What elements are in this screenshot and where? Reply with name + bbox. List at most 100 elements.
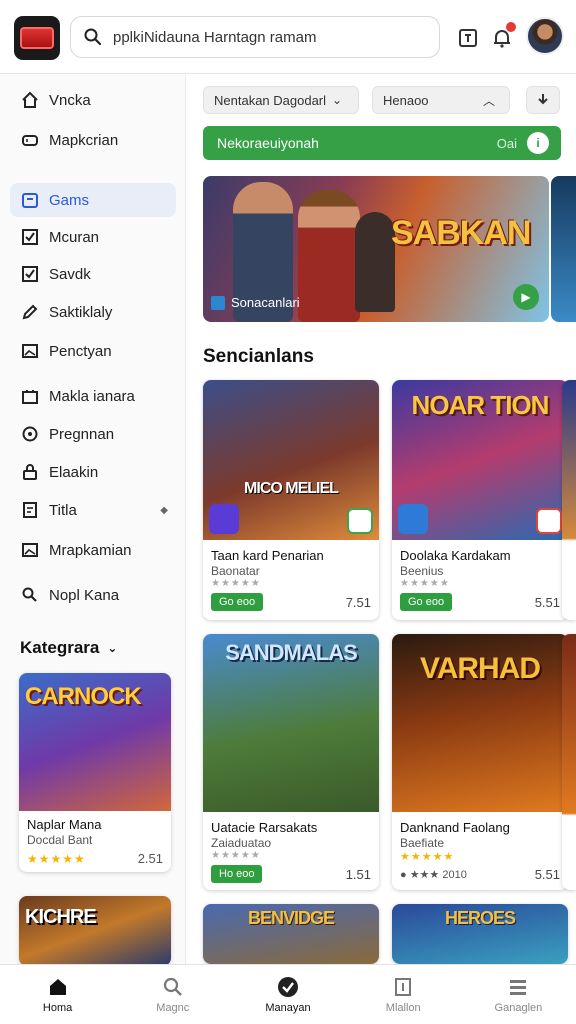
sidebar-item-saktiklaly[interactable]: Saktiklaly	[10, 295, 176, 329]
top-bar: pplkiNidauna Harntagn ramam	[0, 0, 576, 74]
game-thumbnail: CARNOCK	[19, 673, 171, 811]
game-card-next[interactable]	[562, 634, 576, 890]
game-thumbnail-title: SANDMALAS	[225, 640, 358, 665]
nav-manage[interactable]: Manayan	[230, 965, 345, 1024]
notification-dot	[506, 22, 516, 32]
game-title: Doolaka Kardakam	[400, 548, 511, 563]
nav-categories[interactable]: Ganaglen	[461, 965, 576, 1024]
game-title: Uatacie Rarsakats	[211, 820, 318, 835]
rating-value: 5.51	[534, 867, 560, 882]
game-card[interactable]: HEROES	[392, 904, 568, 964]
star-rating: ★★★★★	[400, 851, 455, 863]
bag-icon	[20, 386, 40, 406]
sidebar-item-label: Nopl Kana	[49, 586, 120, 604]
sidebar-item-pregnnan[interactable]: Pregnnan	[10, 417, 176, 451]
sidebar-game-card[interactable]: CARNOCK Naplar Mana Docdal Bant ★★★★★ 2.…	[19, 673, 171, 872]
price-badge[interactable]: Go eoo	[400, 593, 453, 611]
featured-banner-next[interactable]	[551, 176, 576, 322]
app-badge-icon	[398, 504, 428, 534]
search-icon	[20, 585, 40, 605]
game-card[interactable]: MICO MELIEL Taan kard Penarian Baonatar …	[203, 380, 379, 620]
price-badge[interactable]: Go eoo	[211, 593, 264, 611]
doc-icon	[20, 500, 40, 520]
sidebar-item-label: Mapkcrian	[49, 131, 119, 149]
sidebar-item-mrapkamian[interactable]: Mrapkamian	[10, 533, 176, 567]
game-card[interactable]: SANDMALAS Uatacie Rarsakats Zaiaduatao ★…	[203, 634, 379, 890]
nav-library[interactable]: Mlallon	[346, 965, 461, 1024]
sidebar-item-elaakin[interactable]: Elaakin	[10, 455, 176, 489]
gamepad-icon	[20, 130, 40, 150]
chevron-down-icon: ⌄	[332, 93, 343, 107]
game-title: Danknand Faolang	[400, 820, 510, 835]
game-card[interactable]: NOAR TION Doolaka Kardakam Beenius ★★★★★…	[392, 380, 568, 620]
featured-caption: Sonacanlari	[231, 295, 300, 310]
game-thumbnail: SANDMALAS	[203, 634, 379, 812]
category-title[interactable]: Kategrara ⌄	[20, 638, 117, 658]
sidebar-item-label: Vncka	[49, 91, 91, 109]
info-icon: i	[527, 132, 549, 154]
play-icon[interactable]: ▶	[513, 284, 539, 310]
nav-label: Magnc	[156, 1002, 190, 1014]
sidebar-item-vncka[interactable]: Vncka	[10, 83, 176, 117]
game-thumbnail-title: MICO MELIEL	[244, 480, 339, 497]
star-rating: ★★★★★	[211, 850, 261, 861]
game-subtitle: Docdal Bant	[27, 833, 93, 847]
sidebar-item-label: Mcuran	[49, 228, 100, 246]
filter-dropdown[interactable]: Henaoo ︿	[372, 86, 510, 114]
sort-label: Nentakan Dagodarl	[214, 92, 327, 108]
sidebar-item-label: Makla ianara	[49, 387, 135, 405]
featured-banner[interactable]: SABKAN Sonacanlari ▶	[203, 176, 549, 322]
promo-banner[interactable]: Nekoraeuiyonah Oai i	[203, 126, 561, 160]
app-logo[interactable]	[14, 16, 60, 60]
filter-label: Henaoo	[383, 92, 429, 108]
game-title: Taan kard Penarian	[211, 548, 324, 563]
image-icon	[20, 341, 40, 361]
rating-value: 5.51	[534, 594, 560, 610]
image-icon	[20, 540, 40, 560]
promo-text: Nekoraeuiyonah	[217, 135, 319, 151]
download-icon	[538, 94, 548, 105]
sidebar-item-label: Elaakin	[49, 463, 99, 481]
game-thumbnail: MICO MELIEL	[203, 380, 379, 540]
sidebar-item-nopl-kana[interactable]: Nopl Kana	[10, 578, 176, 612]
bell-icon[interactable]	[488, 22, 516, 52]
nav-search[interactable]: Magnc	[115, 965, 230, 1024]
sidebar-item-label: Titla	[49, 501, 77, 519]
game-thumbnail: HEROES	[392, 904, 568, 964]
download-button[interactable]	[526, 86, 560, 114]
sort-dropdown[interactable]: Nentakan Dagodarl ⌄	[203, 86, 359, 114]
nav-label: Mlallon	[385, 1002, 421, 1014]
game-card[interactable]: VARHAD Danknand Faolang Baefiate ★★★★★ ●…	[392, 634, 568, 890]
cart-icon[interactable]	[454, 24, 482, 52]
sidebar-item-label: Mrapkamian	[49, 541, 132, 559]
game-subtitle: Baonatar	[211, 564, 260, 578]
star-rating: ★★★★★	[211, 578, 261, 589]
nav-label: Ganaglen	[494, 1002, 543, 1014]
search-text: pplkiNidauna Harntagn ramam	[113, 28, 317, 46]
checkbox-icon	[20, 264, 40, 284]
search-input[interactable]: pplkiNidauna Harntagn ramam	[70, 16, 440, 58]
sidebar-item-mapkcrian[interactable]: Mapkcrian	[10, 123, 176, 157]
game-thumbnail-title: NOAR TION	[411, 390, 550, 420]
nav-label: Homa	[42, 1002, 73, 1014]
price-badge[interactable]: Ho eoo	[211, 865, 263, 883]
game-card[interactable]: BENVIDGE	[203, 904, 379, 964]
sidebar-item-makla-ianara[interactable]: Makla ianara	[10, 379, 176, 413]
sidebar-game-card-next[interactable]: KICHRE	[19, 896, 171, 966]
sidebar-item-titla[interactable]: Titla ◆	[10, 493, 176, 527]
avatar[interactable]	[526, 17, 564, 55]
sidebar-item-label: Saktiklaly	[49, 303, 113, 321]
game-thumbnail: NOAR TION	[392, 380, 568, 540]
game-card-next[interactable]	[562, 380, 576, 620]
sidebar-item-gams[interactable]: Gams	[10, 183, 176, 217]
sidebar-item-label: Penctyan	[49, 342, 112, 360]
nav-home[interactable]: Homa	[0, 965, 115, 1024]
sidebar-item-label: Pregnnan	[49, 425, 115, 443]
doc-icon	[391, 975, 415, 999]
sidebar-item-penctyan[interactable]: Penctyan	[10, 334, 176, 368]
star-rating: ★★★★★	[27, 851, 86, 866]
sidebar-item-mcuran[interactable]: Mcuran	[10, 220, 176, 254]
sidebar-item-savdk[interactable]: Savdk	[10, 257, 176, 291]
chevron-up-icon: ︿	[482, 93, 495, 108]
promo-right-text: Oai	[496, 135, 517, 151]
